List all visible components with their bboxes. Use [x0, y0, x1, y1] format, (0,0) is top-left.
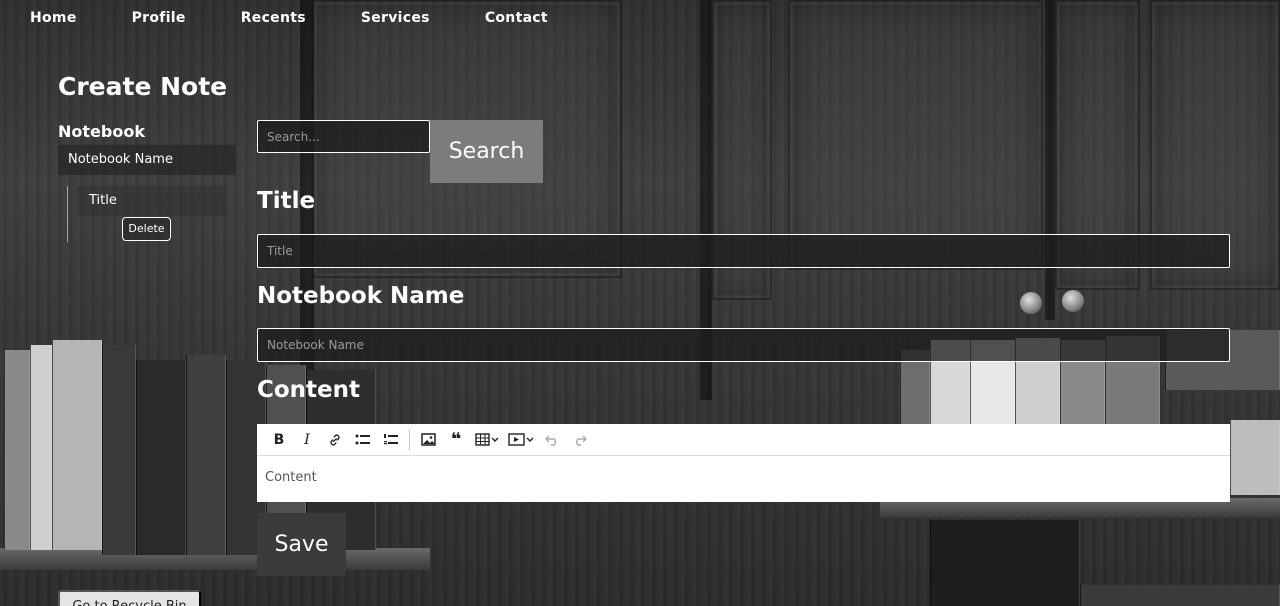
content-label: Content: [257, 377, 361, 403]
notebook-list-item[interactable]: Notebook Name: [58, 145, 236, 175]
notebook-name-input[interactable]: [257, 328, 1230, 362]
bulleted-list-icon[interactable]: [349, 428, 377, 452]
numbered-list-icon[interactable]: [377, 428, 405, 452]
nav-services-link[interactable]: Services: [361, 10, 430, 26]
nav-contact-link[interactable]: Contact: [485, 10, 548, 26]
note-title-label[interactable]: Title: [89, 193, 117, 208]
toolbar-separator: [409, 428, 410, 451]
editor-toolbar: B I ❝: [257, 424, 1230, 456]
title-input[interactable]: [257, 234, 1230, 268]
undo-icon[interactable]: [538, 428, 566, 452]
page-title: Create Note: [58, 72, 228, 101]
nav-recents-link[interactable]: Recents: [241, 10, 306, 26]
nav-profile-link[interactable]: Profile: [132, 10, 186, 26]
link-icon[interactable]: [321, 428, 349, 452]
delete-note-button[interactable]: Delete: [122, 217, 171, 241]
redo-icon[interactable]: [566, 428, 594, 452]
content-textarea[interactable]: Content: [257, 456, 1230, 499]
search-button[interactable]: Search: [430, 120, 543, 183]
recycle-bin-button[interactable]: Go to Recycle Bin: [58, 590, 201, 606]
notebook-name-label: Notebook Name: [257, 283, 465, 309]
tree-connector-line: [67, 186, 68, 242]
bold-icon[interactable]: B: [265, 428, 293, 452]
table-icon[interactable]: [470, 428, 504, 452]
notebook-heading: Notebook: [58, 122, 145, 141]
quote-icon[interactable]: ❝: [442, 428, 470, 452]
italic-icon[interactable]: I: [293, 428, 321, 452]
top-nav: Home Profile Recents Services Contact: [30, 10, 548, 26]
save-button[interactable]: Save: [257, 513, 346, 576]
title-label: Title: [257, 188, 316, 214]
media-icon[interactable]: [504, 428, 538, 452]
search-input[interactable]: [257, 120, 430, 153]
content-editor: B I ❝ Content: [257, 424, 1230, 502]
image-icon[interactable]: [414, 428, 442, 452]
nav-home-link[interactable]: Home: [30, 10, 77, 26]
